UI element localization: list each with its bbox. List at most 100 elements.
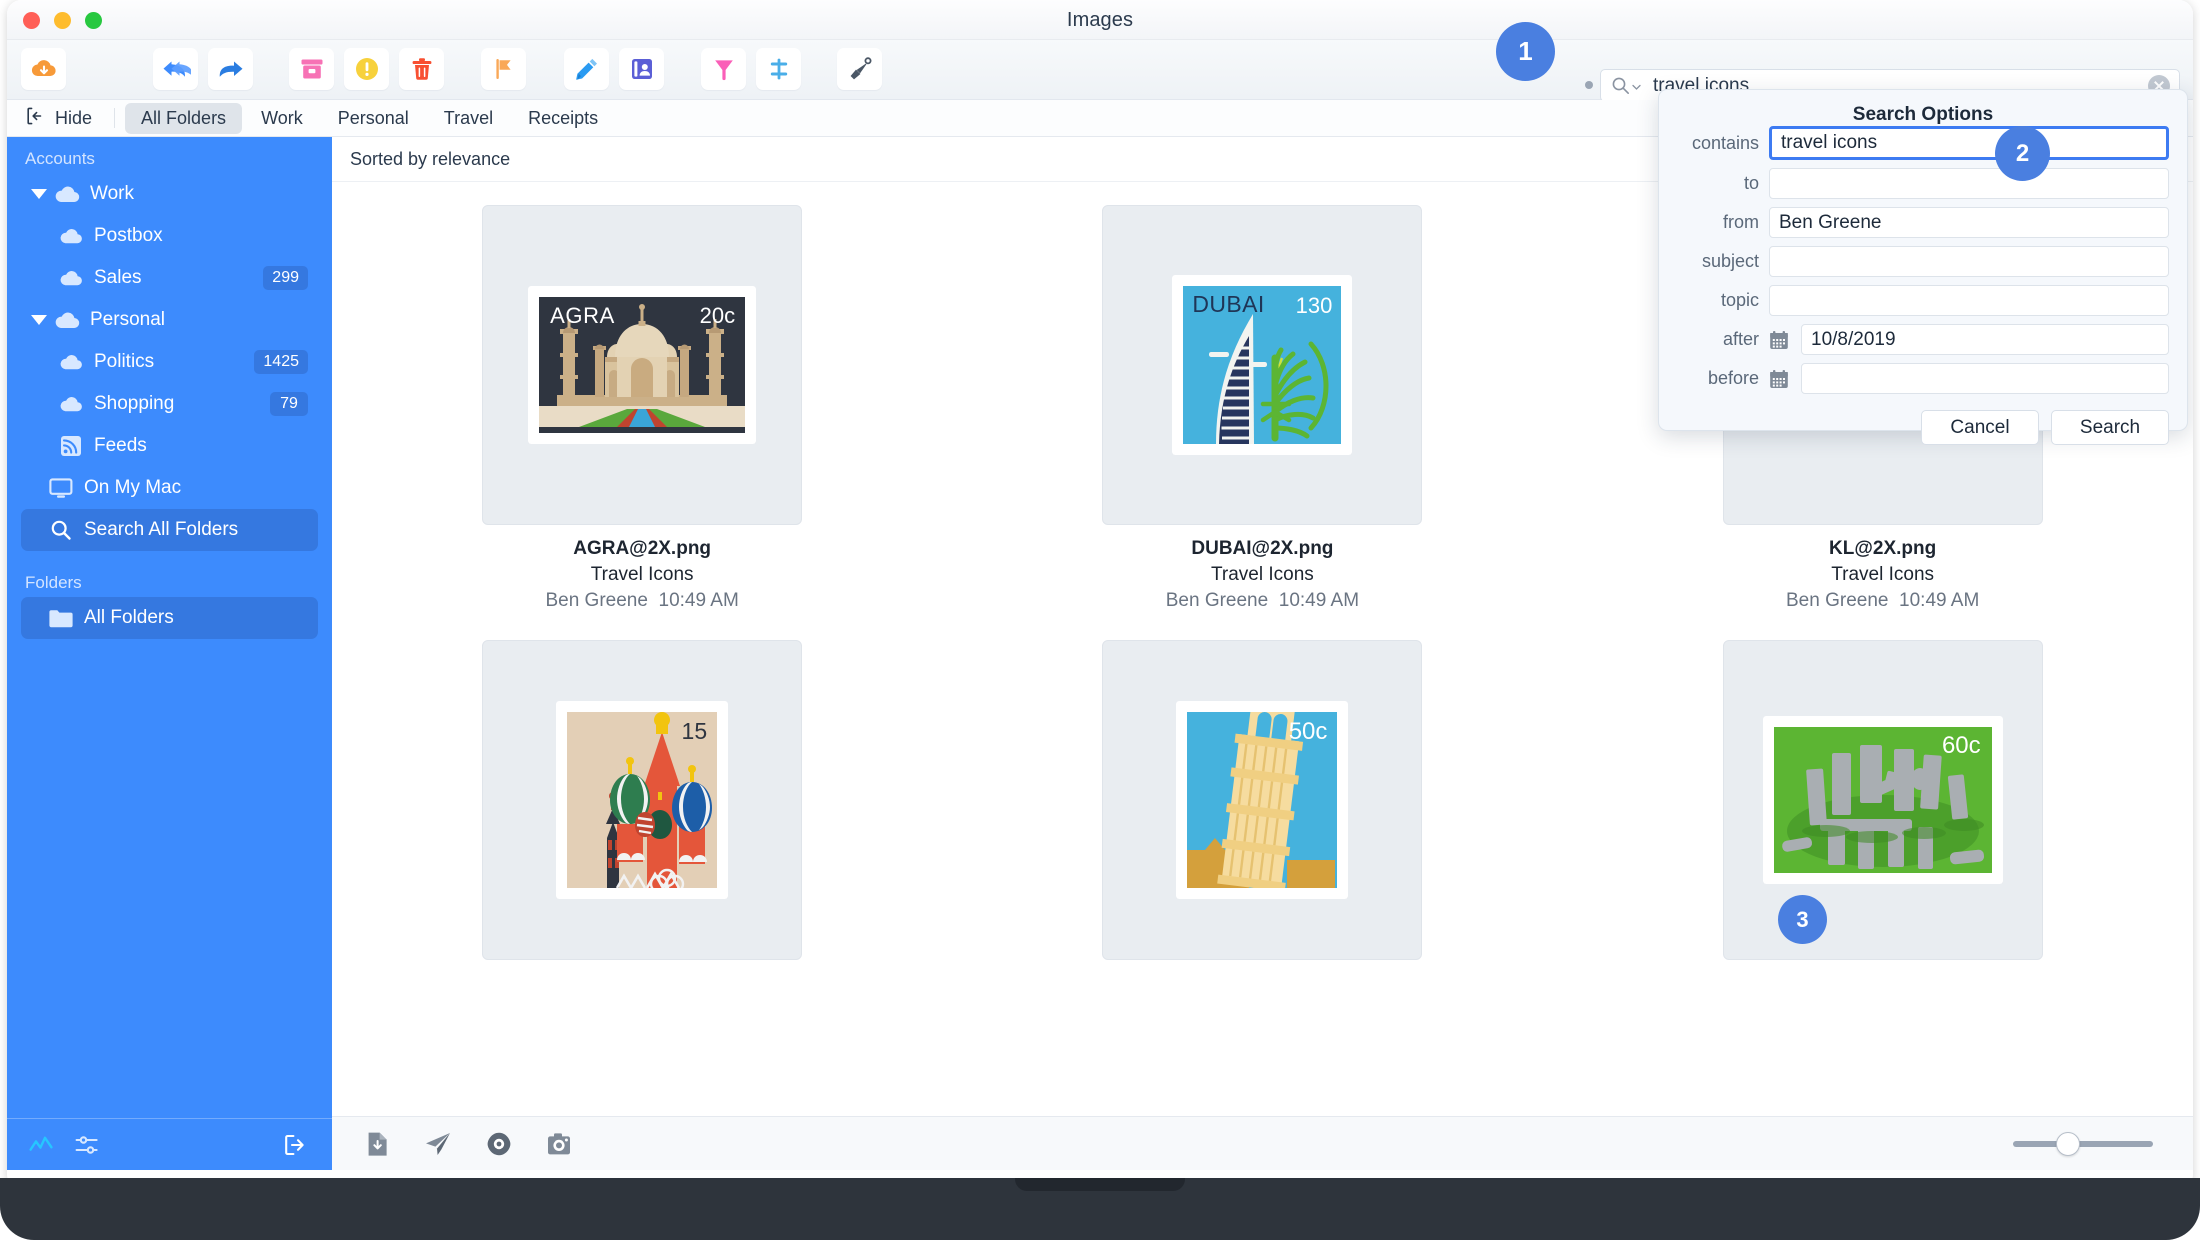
cloud-icon [53,185,81,203]
tab-all-folders[interactable]: All Folders [125,103,242,134]
caption: KL@2X.png Travel Icons Ben Greene 10:49 … [1786,538,1979,612]
activity-chart-icon[interactable] [29,1136,53,1154]
trash-icon-button[interactable] [399,48,444,90]
stamp-dubai: DUBAI 130 [1172,275,1352,455]
sidebar-item-work[interactable]: Work [21,173,318,215]
reply-all-icon-button[interactable] [153,48,198,90]
disclosure-triangle-icon[interactable] [31,189,47,199]
tag-pin-icon-button[interactable] [701,48,746,90]
sidebar-item-all-folders[interactable]: All Folders [21,597,318,639]
field-label: subject [1677,251,1769,272]
sidebar-item-feeds[interactable]: Feeds [21,425,318,467]
settings-sliders-icon[interactable] [75,1134,99,1156]
contains-input[interactable]: travel icons [1769,126,2169,160]
file-name: KL@2X.png [1786,538,1979,560]
stamp-denomination-label: 20c [700,303,735,329]
sidebar-item-personal[interactable]: Personal [21,299,318,341]
field-label: contains [1677,133,1769,154]
flag-icon-button[interactable] [481,48,526,90]
grid-item[interactable]: AGRA 20c AGRA@2X.png Travel Icons Ben Gr… [332,205,952,612]
save-file-icon[interactable] [366,1131,390,1157]
stamp-denomination-label: 50c [1289,718,1328,746]
magnifier-chevron-icon[interactable] [1611,76,1641,95]
file-name: AGRA@2X.png [545,538,738,560]
tab-travel[interactable]: Travel [428,103,509,134]
cleanup-brush-icon [847,57,873,81]
cloud-icon [57,270,85,286]
trash-icon [411,57,433,81]
contacts-card-icon-button[interactable] [619,48,664,90]
logout-icon[interactable] [284,1134,308,1156]
laptop-bezel-bottom [0,1178,2200,1240]
sidebar-item-postbox[interactable]: Postbox [21,215,318,257]
grid-item[interactable]: MOSCOW 15 [332,640,952,960]
grid-item[interactable]: DUBAI 130 DUBAI@2X.png Travel Icons Ben … [952,205,1572,612]
from-input[interactable]: Ben Greene [1769,207,2169,238]
file-name: DUBAI@2X.png [1166,538,1359,560]
filter-sliders-icon-button[interactable] [756,48,801,90]
sender-and-time: Ben Greene 10:49 AM [1166,590,1359,612]
app-window: Images [7,0,2193,1185]
zoom-slider[interactable] [2013,1141,2153,1147]
download-cloud-icon-button[interactable] [21,48,66,90]
before-date-input[interactable] [1801,363,2169,394]
sidebar-section-folders: Folders [7,551,332,597]
sidebar-item-on-my-mac[interactable]: On My Mac [21,467,318,509]
thumbnail[interactable]: 50c [1102,640,1422,960]
zoom-slider-knob[interactable] [2056,1132,2080,1156]
stamp-denomination-label: 130 [1296,293,1333,319]
tab-personal[interactable]: Personal [322,103,425,134]
stamp-place-label: AGRA [550,303,615,329]
subject-input[interactable] [1769,246,2169,277]
sender-and-time: Ben Greene 10:49 AM [545,590,738,612]
forward-arrow-icon-button[interactable] [208,48,253,90]
stamp-denomination-label: 15 [682,718,708,745]
grid-item[interactable]: 50c [952,640,1572,960]
tab-receipts[interactable]: Receipts [512,103,614,134]
contacts-card-icon [630,57,654,81]
cleanup-brush-icon-button[interactable] [837,48,882,90]
thumbnail[interactable]: 60c [1723,640,2043,960]
field-label: after [1677,329,1769,350]
search-icon [47,519,75,541]
thumbnail[interactable]: DUBAI 130 [1102,205,1422,525]
stamp-stonehenge: 60c [1763,716,2003,884]
junk-alert-icon-button[interactable] [344,48,389,90]
thumbnail[interactable]: MOSCOW 15 [482,640,802,960]
field-label: from [1677,212,1769,233]
after-date-input[interactable]: 10/8/2019 [1801,324,2169,355]
thumbnail[interactable]: AGRA 20c [482,205,802,525]
search-option-row-subject: subject [1677,246,2169,277]
sidebar-item-politics[interactable]: Politics 1425 [21,341,318,383]
hide-sidebar-button[interactable]: Hide [23,107,104,130]
tab-work[interactable]: Work [245,103,319,134]
caption: AGRA@2X.png Travel Icons Ben Greene 10:4… [545,538,738,612]
stamp-denomination-label: 60c [1942,732,1981,760]
preview-eye-icon[interactable] [486,1131,512,1157]
reply-all-icon [161,57,191,81]
timestamp: 10:49 AM [1279,590,1359,611]
camera-icon[interactable] [546,1132,572,1156]
calendar-icon[interactable] [1769,369,1795,389]
sidebar-item-label: Shopping [94,393,174,415]
topic-input[interactable] [1769,285,2169,316]
to-input[interactable] [1769,168,2169,199]
laptop-screen-frame: Images [0,0,2200,1240]
archive-box-icon [300,58,324,80]
calendar-icon[interactable] [1769,330,1795,350]
cloud-icon [57,354,85,370]
archive-box-icon-button[interactable] [289,48,334,90]
disclosure-triangle-icon[interactable] [31,315,47,325]
search-option-row-topic: topic [1677,285,2169,316]
search-options-popover: Search Options contains travel icons to … [1658,89,2188,431]
sidebar-item-shopping[interactable]: Shopping 79 [21,383,318,425]
sidebar-item-sales[interactable]: Sales 299 [21,257,318,299]
compose-pencil-icon-button[interactable] [564,48,609,90]
sidebar-item-label: Politics [94,351,154,373]
cancel-button[interactable]: Cancel [1921,410,2039,445]
stamp-place-label: DUBAI [1192,291,1264,318]
send-icon[interactable] [424,1131,452,1157]
sidebar-item-search-all-folders[interactable]: Search All Folders [21,509,318,551]
search-button[interactable]: Search [2051,410,2169,445]
grid-item[interactable]: 60c [1573,640,2193,960]
